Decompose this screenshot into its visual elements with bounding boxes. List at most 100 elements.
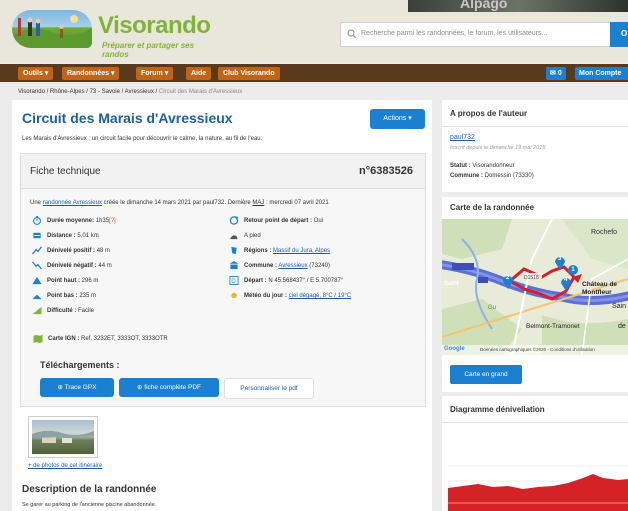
stat-start: D Départ : N 45.568437° / E 5.700787° [229, 276, 343, 286]
stat-weather-value[interactable]: ciel dégagé, 8°C / 19°C [289, 293, 352, 299]
carte-ign-value: Ref. 3232ET, 3333OT, 3333OTR [81, 336, 168, 343]
breadcrumb-path[interactable]: Visorando / Rhône-Alpes / 73 - Savoie / … [18, 89, 157, 95]
elevation-card-title: Diagramme dénivellation [450, 405, 545, 414]
stat-elevation-down-value: 44 m [98, 263, 112, 270]
messages-button[interactable]: ✉ 0 [546, 67, 566, 80]
search-input[interactable]: Recherche parmi les randonnées, le forum… [340, 22, 612, 47]
download-gpx-button[interactable]: ⊕ Trace GPX [40, 378, 114, 397]
search-button-label: O [621, 29, 628, 38]
actions-button[interactable]: Actions ▾ [370, 109, 425, 129]
download-pdf-label: fiche complète PDF [144, 384, 201, 391]
intro-link[interactable]: randonnée Avressieux [43, 200, 102, 206]
stat-difficulty: Difficulté : Facile [32, 306, 94, 316]
stat-regions-value[interactable]: Massif du Jura, Alpes [273, 248, 330, 254]
site-header: Visorando Préparer et partager ses rando… [0, 0, 628, 62]
stat-high-point-value: 296 m [81, 278, 99, 285]
actions-label: Actions [383, 115, 407, 122]
fiche-number: n°6383526 [359, 165, 413, 177]
envelope-icon: ✉ [550, 70, 556, 77]
download-gpx-label: Trace GPX [64, 384, 97, 391]
fiche-title: Fiche technique [30, 166, 101, 177]
messages-count: 0 [557, 70, 562, 77]
nav-item-forum[interactable]: Forum ▾ [136, 67, 174, 80]
big-map-button[interactable]: Carte en grand [450, 365, 522, 384]
author-status: Statut : Visorandonneur [450, 163, 515, 169]
author-status-label: Statut : [450, 163, 471, 169]
stat-duration-label: Durée moyenne: [47, 218, 95, 225]
google-logo: Google [444, 346, 465, 352]
account-button[interactable]: Mon Compte [575, 67, 628, 80]
fiche-technique-box: Fiche technique n°6383526 Une randonnée … [20, 153, 426, 407]
downloads-title: Téléchargements : [40, 360, 120, 370]
stat-difficulty-label: Difficulté : [47, 308, 77, 315]
author-since: Inscrit depuis le dimanche 19 mai 2019 [450, 145, 546, 151]
map-attribution[interactable]: Données cartographiques ©2020 - Conditio… [480, 347, 595, 352]
stat-weather: Météo du jour : ciel dégagé, 8°C / 19°C [229, 291, 351, 301]
logo-text: Visorando [98, 12, 211, 39]
main-nav: Outils ▾ Randonnées ▾ Forum ▾ Aide Club … [0, 64, 628, 82]
description-title: Description de la randonnée [22, 484, 157, 495]
author-name-link[interactable]: paul732 [450, 134, 475, 141]
nav-item-aide[interactable]: Aide [186, 67, 212, 80]
map-marker-1-label: 1 [571, 267, 575, 273]
map-label-saint: Saint [444, 281, 459, 287]
map-marker-1[interactable]: 1 [568, 265, 578, 275]
stat-commune-value[interactable]: Avressieux [278, 263, 307, 269]
logo-hikers-image [12, 10, 92, 48]
stat-weather-label: Météo du jour : [244, 293, 287, 300]
loop-icon [229, 216, 239, 225]
stat-elevation-up-label: Dénivelé positif : [47, 248, 96, 255]
walker-icon [230, 235, 238, 240]
map-label-belmont: Belmont-Tramonet [526, 323, 580, 330]
header-banner-photo: Alpago [408, 0, 628, 12]
map-card-title: Carte de la randonnée [450, 203, 535, 212]
logo-tagline: Préparer et partager ses randos [102, 41, 195, 59]
region-icon [231, 246, 237, 255]
banner-photo-text: Alpago [460, 0, 508, 11]
search-placeholder: Recherche parmi les randonnées, le forum… [361, 30, 548, 37]
stat-regions: Régions : Massif du Jura, Alpes [229, 246, 330, 256]
map-marker-3[interactable]: 3 [554, 255, 566, 270]
author-status-value: Visorandonneur [472, 163, 515, 169]
stat-mode-value: A pied [244, 233, 261, 240]
hike-map[interactable]: 2 3 4 1 Rochefo Château de Montfleur Bel… [442, 219, 628, 355]
intro-maj: MAJ [252, 200, 265, 206]
more-photos-link[interactable]: + de photos de cet itinéraire [28, 463, 102, 469]
nav-item-randonnees[interactable]: Randonnées ▾ [62, 67, 120, 80]
elevation-up-icon [32, 246, 42, 255]
intro-suffix: : mercredi 07 avril 2021 [266, 200, 329, 206]
map-label-sain: Sain [612, 303, 627, 310]
stat-commune-extra: (73240) [309, 263, 330, 270]
photo-thumbnail[interactable] [28, 416, 98, 458]
customize-pdf-button[interactable]: Personnaliser le pdf [224, 378, 314, 399]
nav-item-outils-label: Outils [23, 70, 43, 77]
stat-commune: Commune : Avressieux (73240) [229, 261, 330, 271]
stat-distance-label: Distance : [47, 233, 76, 240]
intro-prefix: Une [30, 200, 42, 206]
page-title: Circuit des Marais d'Avressieux [22, 110, 233, 126]
stat-duration-help[interactable]: [?] [109, 218, 116, 224]
nav-item-club[interactable]: Club Visorando [218, 67, 280, 80]
stat-distance: Distance : 5,01 km [32, 231, 99, 241]
author-card-title: A propos de l'auteur [450, 109, 528, 118]
stat-low-point-label: Point bas : [47, 293, 78, 300]
search-button[interactable]: O [610, 22, 628, 47]
nav-item-aide-label: Aide [191, 70, 207, 77]
stat-loop-label: Retour point de départ : [244, 218, 312, 225]
nav-item-outils[interactable]: Outils ▾ [18, 67, 54, 80]
customize-pdf-label: Personnaliser le pdf [240, 385, 298, 392]
map-marker-4[interactable]: 4 [560, 276, 572, 291]
download-icon: ⊕ [57, 384, 63, 391]
download-pdf-button[interactable]: ⊕ fiche complète PDF [119, 378, 219, 397]
hike-main-panel: Circuit des Marais d'Avressieux Actions … [12, 100, 432, 511]
intro-middle: créée le dimanche 14 mars 2021 par paul7… [103, 200, 251, 206]
description-text: Se garer au parking de l'ancienne piscin… [22, 502, 157, 508]
author-card: A propos de l'auteur paul732 Inscrit dep… [442, 100, 628, 192]
map-marker-3-label: 3 [558, 256, 562, 262]
map-label-gu: Gu [488, 305, 497, 311]
site-logo[interactable]: Visorando Préparer et partager ses rando… [12, 6, 212, 59]
stat-elevation-up-value: 48 m [96, 248, 111, 255]
map-marker-2[interactable]: 2 [502, 274, 514, 289]
breadcrumb-current: Circuit des Marais d'Avressieux [158, 89, 243, 95]
nav-item-forum-label: Forum [141, 70, 163, 77]
